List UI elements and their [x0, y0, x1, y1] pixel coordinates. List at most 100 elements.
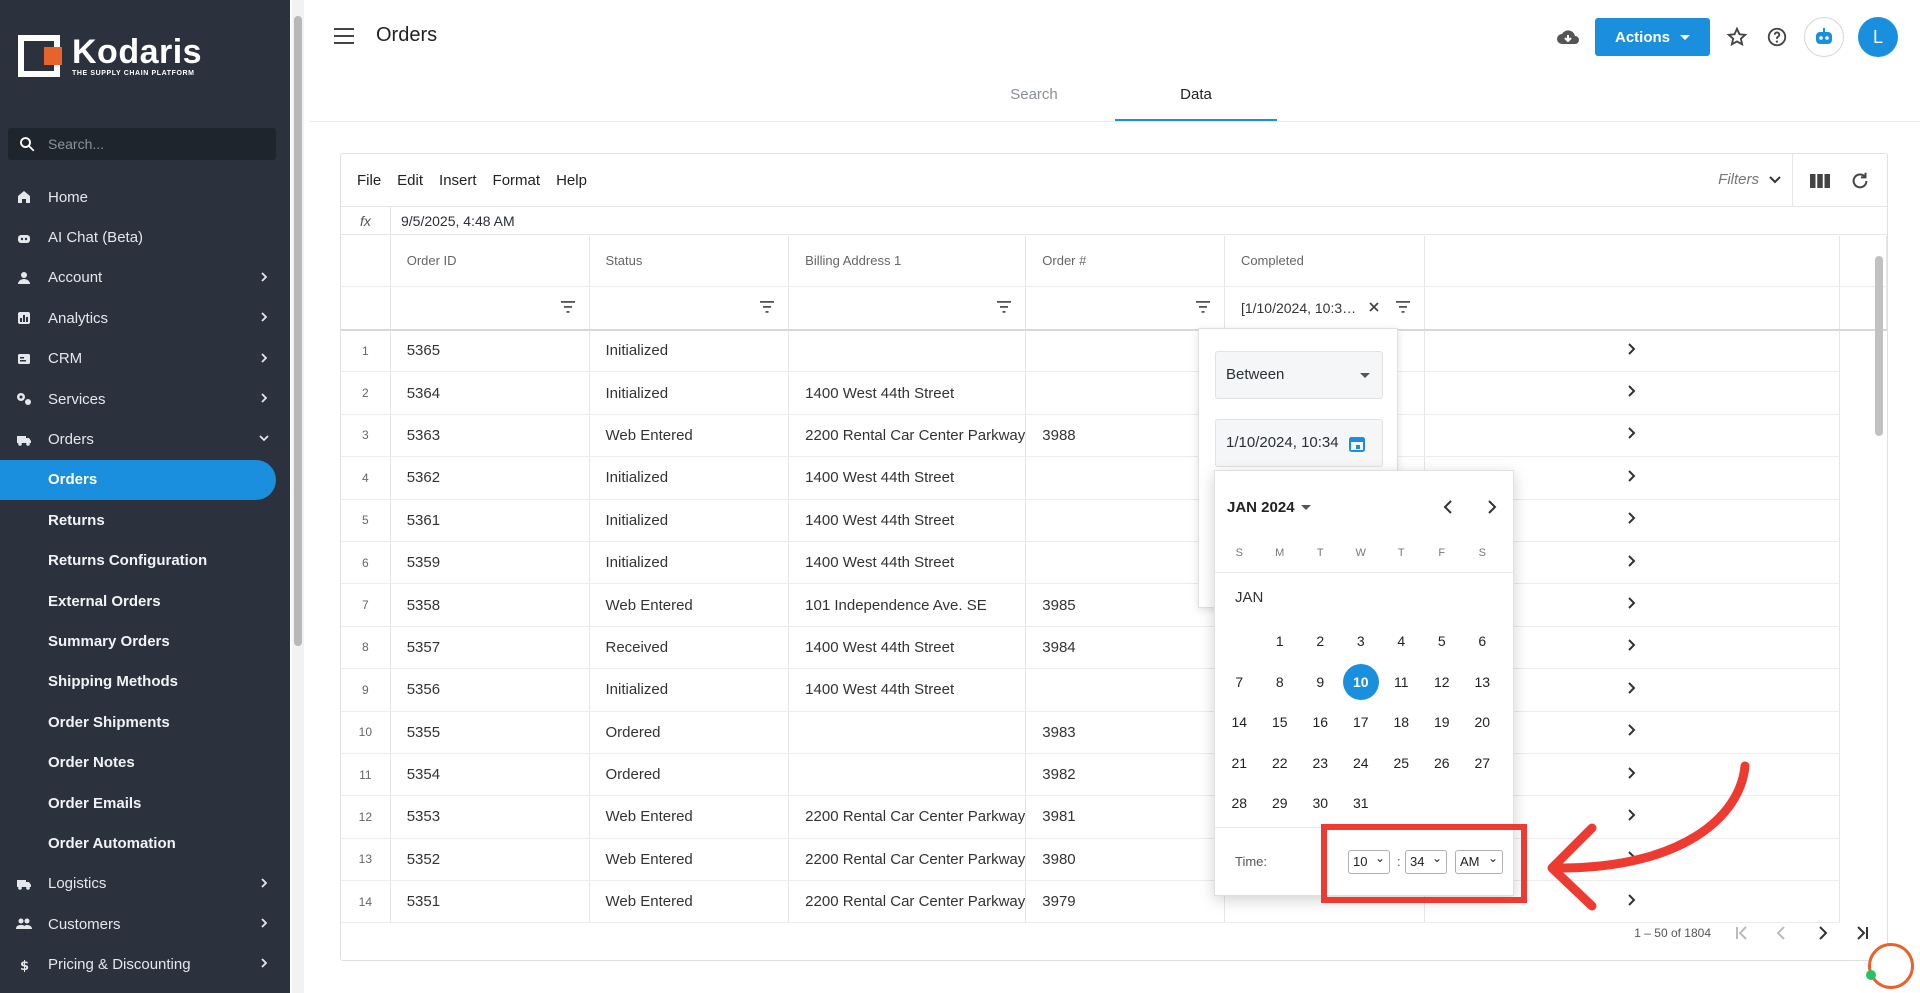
sidebar-item-shipping-methods-sub[interactable]: Shipping Methods — [0, 662, 290, 702]
filter-icon[interactable] — [1195, 300, 1210, 313]
cell-order-id[interactable]: 5365 — [390, 329, 590, 373]
calendar-day[interactable]: 30 — [1300, 783, 1341, 824]
cell-billing-address[interactable]: 1400 West 44th Street — [788, 626, 1027, 670]
calendar-day[interactable]: 24 — [1341, 743, 1382, 784]
refresh-icon[interactable] — [1849, 170, 1871, 192]
cell-status[interactable]: Web Entered — [589, 583, 790, 627]
sidebar-item-account[interactable]: Account — [0, 258, 290, 298]
cell-status[interactable]: Ordered — [589, 753, 790, 797]
previous-page-icon[interactable] — [1773, 924, 1791, 942]
operator-select[interactable]: Between — [1215, 351, 1383, 399]
last-page-icon[interactable] — [1853, 924, 1871, 942]
calendar-day[interactable]: 23 — [1300, 743, 1341, 784]
calendar-day[interactable]: 19 — [1422, 702, 1463, 743]
cell-order-number[interactable]: 3988 — [1025, 414, 1225, 458]
calendar-day[interactable]: 11 — [1381, 662, 1422, 703]
cell-billing-address[interactable]: 2200 Rental Car Center Parkway — [788, 795, 1027, 839]
cell-order-number[interactable]: 3984 — [1025, 626, 1225, 670]
star-icon[interactable] — [1724, 24, 1750, 50]
filter-icon[interactable] — [1396, 300, 1411, 313]
cell-order-number[interactable]: 3983 — [1025, 711, 1225, 754]
calendar-day[interactable]: 27 — [1462, 743, 1503, 784]
sidebar-item-order-emails-sub[interactable]: Order Emails — [0, 783, 290, 823]
filter-cell-completed[interactable]: [1/10/2024, 10:34 AM — [1224, 286, 1426, 331]
column-header-completed[interactable]: Completed — [1224, 236, 1426, 287]
row-open-chevron-icon[interactable] — [1424, 414, 1840, 458]
first-page-icon[interactable] — [1733, 924, 1751, 942]
table-row[interactable]: 9 5356 Initialized 1400 West 44th Street — [341, 668, 1887, 712]
cell-status[interactable]: Initialized — [589, 668, 790, 712]
date-input[interactable]: 1/10/2024, 10:34 — [1215, 419, 1383, 467]
cell-billing-address[interactable] — [788, 329, 1027, 373]
tab-search[interactable]: Search — [953, 74, 1115, 121]
cell-billing-address[interactable]: 1400 West 44th Street — [788, 541, 1027, 585]
sidebar-item-services[interactable]: Services — [0, 379, 290, 419]
calendar-day[interactable]: 22 — [1260, 743, 1301, 784]
filter-cell-order-number[interactable] — [1025, 286, 1225, 331]
cell-order-number[interactable]: 3985 — [1025, 583, 1225, 627]
cell-order-number[interactable] — [1025, 499, 1225, 542]
actions-button[interactable]: Actions — [1594, 18, 1710, 56]
cell-order-id[interactable]: 5355 — [390, 711, 590, 754]
sidebar-item-order-shipments-sub[interactable]: Order Shipments — [0, 702, 290, 742]
filters-dropdown[interactable]: Filters — [1718, 171, 1781, 188]
table-row[interactable]: 8 5357 Received 1400 West 44th Street 3984 — [341, 626, 1887, 670]
cell-billing-address[interactable] — [788, 711, 1027, 754]
cell-status[interactable]: Web Entered — [589, 414, 790, 458]
calendar-icon[interactable] — [1348, 435, 1366, 453]
calendar-day[interactable]: 17 — [1341, 702, 1382, 743]
sidebar-item-order-notes-sub[interactable]: Order Notes — [0, 742, 290, 782]
calendar-day[interactable]: 12 — [1422, 662, 1463, 703]
cell-order-id[interactable]: 5359 — [390, 541, 590, 585]
calendar-day[interactable]: 21 — [1219, 743, 1260, 784]
row-open-chevron-icon[interactable] — [1424, 329, 1840, 373]
calendar-day-selected[interactable]: 10 — [1342, 663, 1379, 700]
completed-filter-value[interactable]: [1/10/2024, 10:34 AM — [1225, 287, 1359, 328]
calendar-day[interactable]: 13 — [1462, 662, 1503, 703]
cell-order-number[interactable]: 3979 — [1025, 880, 1225, 924]
calendar-day[interactable]: 15 — [1260, 702, 1301, 743]
column-header-order-id[interactable]: Order ID — [390, 236, 590, 287]
row-open-chevron-icon[interactable] — [1424, 371, 1840, 415]
sidebar-item-customers[interactable]: Customers — [0, 904, 290, 944]
cell-order-number[interactable] — [1025, 668, 1225, 712]
cell-status[interactable]: Ordered — [589, 711, 790, 754]
cell-billing-address[interactable]: 101 Independence Ave. SE — [788, 583, 1027, 627]
table-row[interactable]: 4 5362 Initialized 1400 West 44th Street — [341, 456, 1887, 500]
cell-status[interactable]: Received — [589, 626, 790, 670]
previous-month-icon[interactable] — [1441, 499, 1457, 515]
sidebar-item-crm[interactable]: CRM — [0, 339, 290, 379]
sidebar-item-orders-sub[interactable]: Orders — [0, 459, 276, 501]
calendar-day[interactable]: 28 — [1219, 783, 1260, 824]
table-row[interactable]: 5 5361 Initialized 1400 West 44th Street — [341, 499, 1887, 542]
user-avatar[interactable]: L — [1858, 17, 1898, 57]
filter-icon[interactable] — [997, 300, 1012, 313]
kodaris-logo[interactable]: Kodaris THE SUPPLY CHAIN PLATFORM — [18, 34, 202, 77]
menu-help[interactable]: Help — [556, 172, 587, 189]
sidebar-item-external-orders-sub[interactable]: External Orders — [0, 581, 290, 621]
cell-status[interactable]: Web Entered — [589, 880, 790, 924]
cell-order-id[interactable]: 5351 — [390, 880, 590, 924]
cell-status[interactable]: Web Entered — [589, 795, 790, 839]
filter-cell-status[interactable] — [589, 286, 790, 331]
cell-status[interactable]: Initialized — [589, 371, 790, 415]
calendar-day[interactable]: 26 — [1422, 743, 1463, 784]
sidebar-item-pricing-discounting[interactable]: $ Pricing & Discounting — [0, 944, 290, 984]
calendar-day[interactable]: 31 — [1341, 783, 1382, 824]
sidebar-item-order-automation-sub[interactable]: Order Automation — [0, 823, 290, 863]
calendar-day[interactable]: 9 — [1300, 662, 1341, 703]
calendar-day[interactable]: 20 — [1462, 702, 1503, 743]
column-header-billing-address[interactable]: Billing Address 1 — [788, 236, 1027, 287]
filter-icon[interactable] — [560, 300, 575, 313]
filter-cell-order-id[interactable] — [390, 286, 590, 331]
filter-cell-billing-address[interactable] — [788, 286, 1027, 331]
cell-order-id[interactable]: 5362 — [390, 456, 590, 500]
cell-order-number[interactable] — [1025, 371, 1225, 415]
column-header-order-number[interactable]: Order # — [1025, 236, 1225, 287]
cell-order-id[interactable]: 5361 — [390, 499, 590, 542]
calendar-day[interactable]: 8 — [1260, 662, 1301, 703]
cell-status[interactable]: Initialized — [589, 541, 790, 585]
cell-order-id[interactable]: 5358 — [390, 583, 590, 627]
cell-order-id[interactable]: 5356 — [390, 668, 590, 712]
sidebar-item-returns-sub[interactable]: Returns — [0, 500, 290, 540]
